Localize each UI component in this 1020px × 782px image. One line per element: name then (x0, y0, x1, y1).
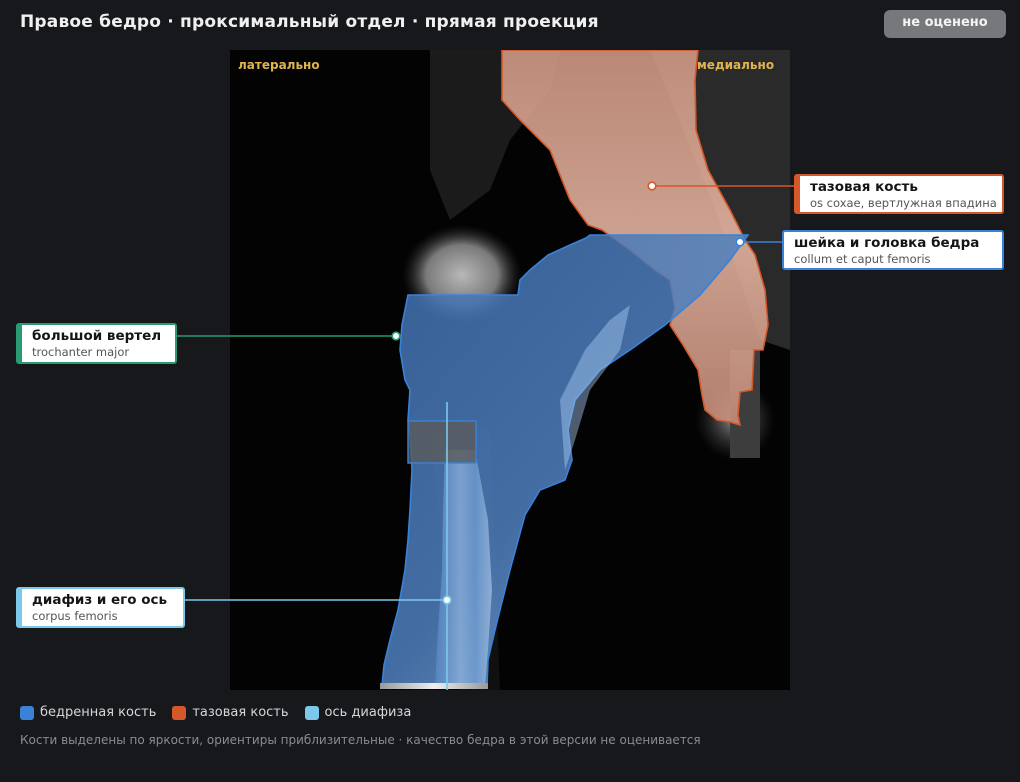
legend: бедренная кость тазовая кость ось диафиз… (20, 705, 427, 720)
pelvis-label: тазовая кость (810, 179, 918, 195)
xray-viewer[interactable] (230, 50, 790, 690)
shaft-label: диафиз и его ось (32, 592, 168, 608)
trochanter-label: большой вертел (32, 328, 162, 344)
page-title: Правое бедро · проксимальный отдел · пря… (20, 12, 599, 32)
legend-label-pelvis: тазовая кость (192, 705, 289, 720)
orientation-medial-label: медиально (697, 58, 775, 72)
legend-item-shaft-axis[interactable]: ось диафиза (304, 705, 412, 720)
trochanter-latin: trochanter major (32, 345, 130, 359)
grade-status-badge[interactable]: не оценено (884, 10, 1006, 38)
legend-swatch-femur (20, 705, 34, 720)
shaft-latin: corpus femoris (32, 609, 118, 623)
femoral-neck-latin: collum et caput femoris (794, 252, 931, 266)
legend-item-pelvis[interactable]: тазовая кость (172, 705, 289, 720)
footnote: Кости выделены по яркости, ориентиры при… (20, 733, 701, 747)
femoral-neck-label: шейка и головка бедра (794, 235, 980, 251)
trochanter-callout[interactable]: большой вертел trochanter major (16, 323, 177, 364)
pelvis-callout[interactable]: тазовая кость os coxae, вертлужная впади… (794, 174, 1004, 214)
femoral-neck-callout[interactable]: шейка и головка бедра collum et caput fe… (782, 230, 1004, 270)
legend-label-shaft-axis: ось диафиза (324, 705, 412, 720)
legend-swatch-shaft-axis (304, 705, 319, 720)
legend-swatch-pelvis (172, 705, 187, 720)
lesser-trochanter-region (407, 420, 477, 464)
orientation-lateral-label: латерально (238, 58, 320, 72)
pelvis-latin: os coxae, вертлужная впадина (810, 196, 997, 210)
image-edge-artifact (380, 683, 488, 689)
legend-item-femur[interactable]: бедренная кость (20, 705, 156, 720)
legend-label-femur: бедренная кость (40, 705, 157, 720)
shaft-callout[interactable]: диафиз и его ось corpus femoris (16, 587, 185, 628)
